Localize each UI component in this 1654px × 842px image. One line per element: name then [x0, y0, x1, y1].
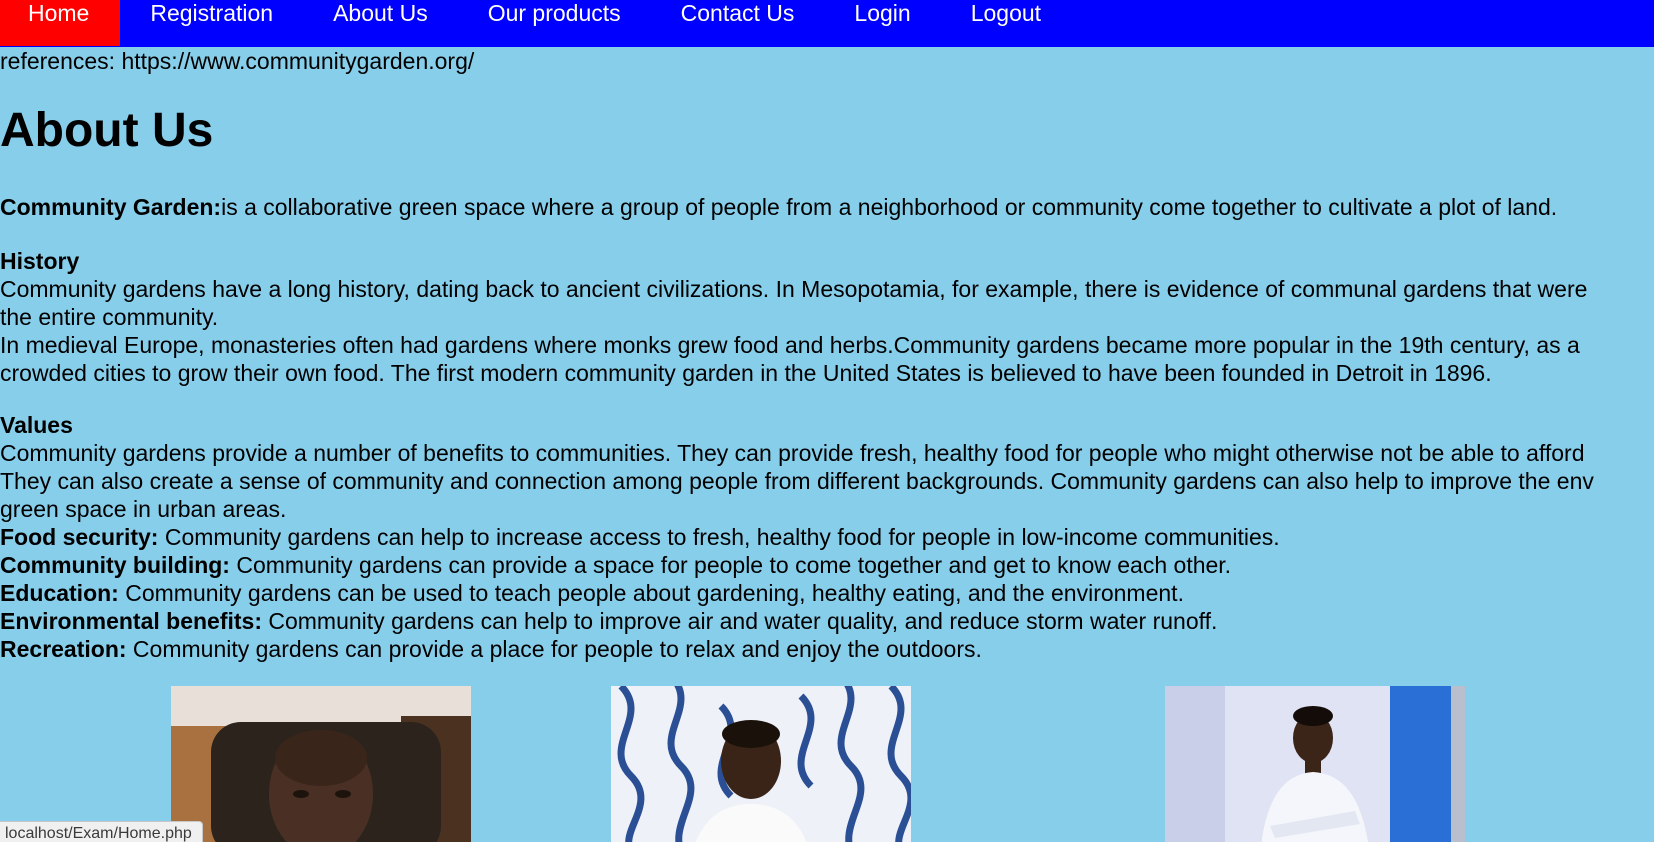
team-member-photo — [1165, 686, 1465, 842]
intro-text: is a collaborative green space where a g… — [221, 194, 1558, 220]
about-content: Community Garden:is a collaborative gree… — [0, 193, 1654, 663]
nav-link-our-products[interactable]: Our products — [458, 0, 651, 46]
references-text: references: https://www.communitygarden.… — [0, 48, 475, 74]
nav-link-contact-us[interactable]: Contact Us — [651, 0, 825, 46]
values-line: They can also create a sense of communit… — [0, 468, 1594, 494]
intro-term: Community Garden: — [0, 194, 222, 220]
nav-link-about-us[interactable]: About Us — [303, 0, 458, 46]
benefit-recreation: Recreation: Community gardens can provid… — [0, 636, 982, 662]
team-member-photo — [171, 686, 471, 842]
top-navigation-bar: Home Registration About Us Our products … — [0, 0, 1654, 47]
nav-link-logout[interactable]: Logout — [941, 0, 1071, 46]
browser-status-url: localhost/Exam/Home.php — [0, 821, 203, 842]
history-heading: History — [0, 248, 80, 274]
nav-link-registration[interactable]: Registration — [120, 0, 303, 46]
benefit-education: Education: Community gardens can be used… — [0, 580, 1184, 606]
nav-link-home[interactable]: Home — [0, 0, 121, 46]
page: Home Registration About Us Our products … — [0, 0, 1654, 842]
history-line: In medieval Europe, monasteries often ha… — [0, 332, 1580, 358]
nav-link-login[interactable]: Login — [824, 0, 940, 46]
team-member-photo — [611, 686, 911, 842]
benefit-community-building: Community building: Community gardens ca… — [0, 552, 1232, 578]
history-line: crowded cities to grow their own food. T… — [0, 360, 1492, 386]
benefit-environmental: Environmental benefits: Community garden… — [0, 608, 1218, 634]
page-title: About Us — [0, 104, 214, 157]
intro-paragraph: Community Garden:is a collaborative gree… — [0, 193, 1654, 221]
benefit-food-security: Food security: Community gardens can hel… — [0, 524, 1280, 550]
values-line: Community gardens provide a number of be… — [0, 440, 1585, 466]
history-line: the entire community. — [0, 304, 219, 330]
values-heading: Values — [0, 412, 73, 438]
values-line: green space in urban areas. — [0, 496, 287, 522]
history-line: Community gardens have a long history, d… — [0, 276, 1588, 302]
